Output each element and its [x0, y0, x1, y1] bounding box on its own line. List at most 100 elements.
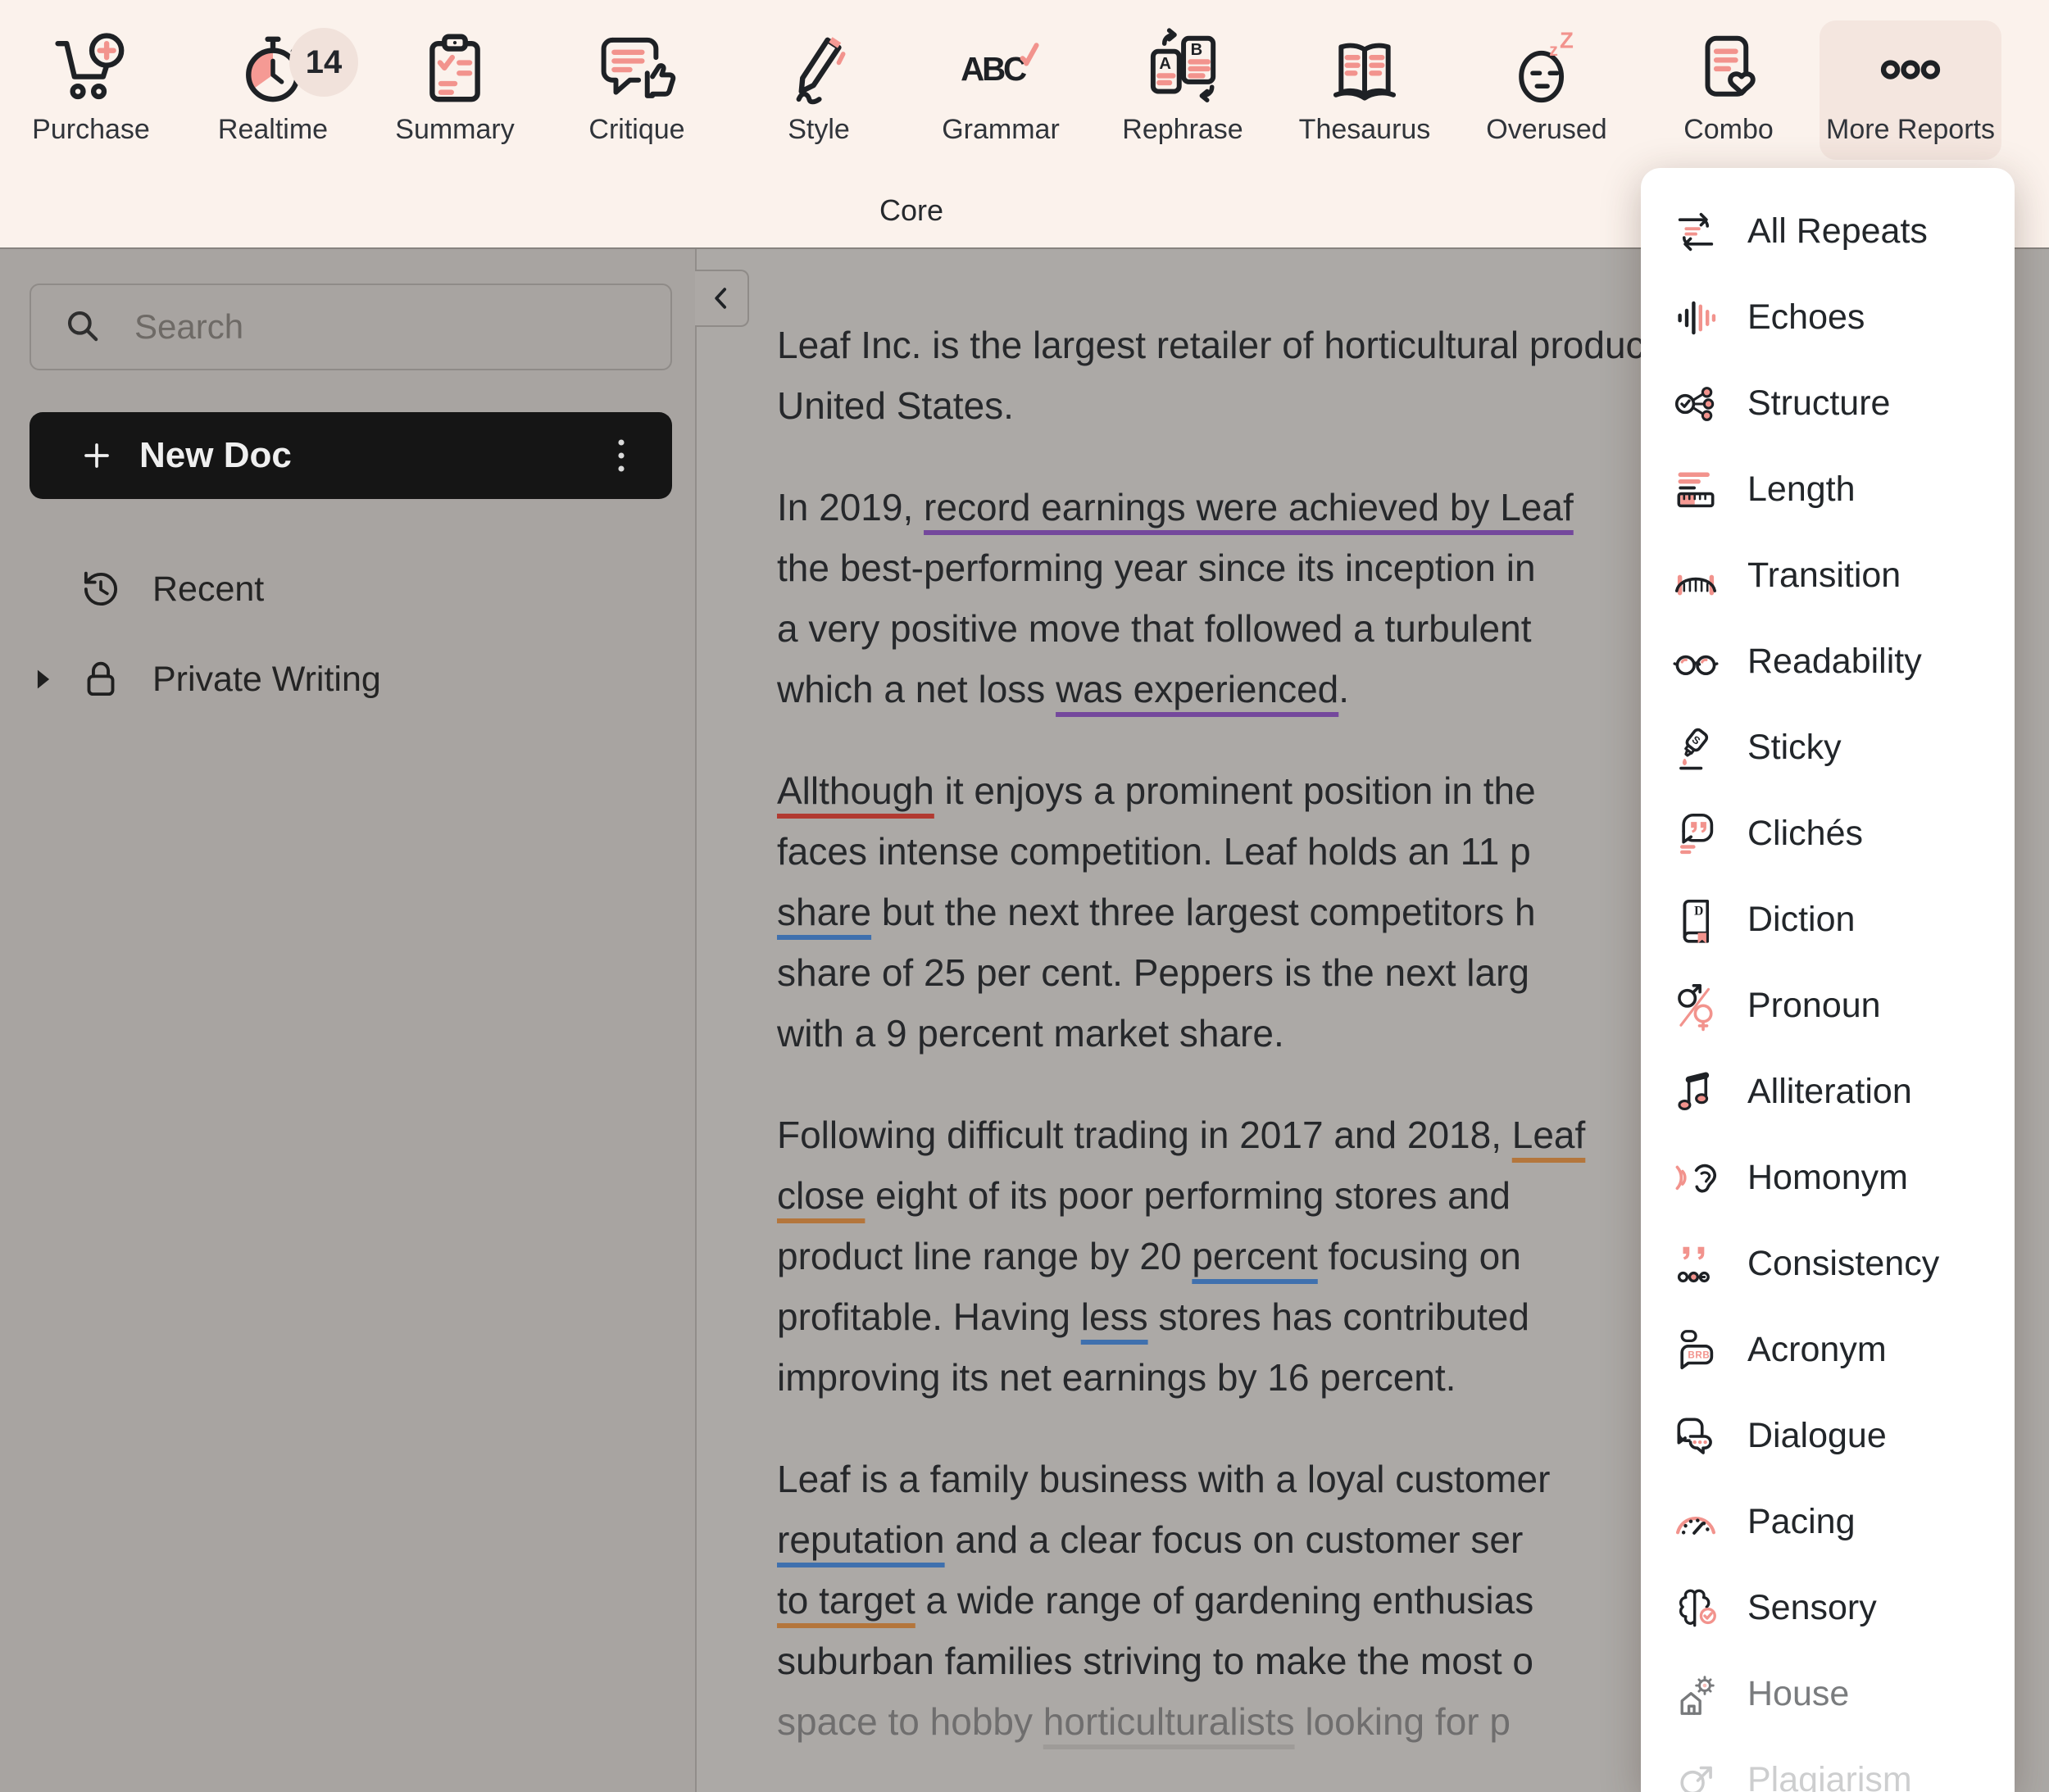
menu-item-echoes[interactable]: Echoes: [1641, 274, 2015, 361]
menu-item-all-repeats[interactable]: All Repeats: [1641, 188, 2015, 274]
doc-line: faces intense competition. Leaf holds an…: [777, 821, 1641, 882]
new-doc-menu-button[interactable]: [603, 429, 639, 482]
toolbar-item-more-reports[interactable]: More Reports: [1820, 20, 2001, 160]
doc-text: it enjoys a prominent position in the: [934, 769, 1536, 812]
menu-item-acronym[interactable]: BRB Acronym: [1641, 1307, 2015, 1393]
doc-line: United States.: [777, 375, 1641, 436]
paragraph: In 2019, record earnings were achieved b…: [777, 477, 1641, 719]
suggestion-underline-purple[interactable]: record earnings were achieved by Leaf: [924, 486, 1574, 529]
menu-item-diction[interactable]: D Diction: [1641, 877, 2015, 963]
menu-item-length[interactable]: Length: [1641, 447, 2015, 533]
suggestion-underline-purple[interactable]: was experienced: [1056, 668, 1338, 710]
toolbar-item-grammar[interactable]: ABC Grammar: [910, 20, 1092, 160]
paragraph: Allthough it enjoys a prominent position…: [777, 760, 1641, 1064]
toolbar-item-label: Purchase: [32, 114, 150, 145]
toolbar-item-style[interactable]: Style: [728, 20, 910, 160]
menu-item-consistency[interactable]: Consistency: [1641, 1221, 2015, 1307]
doc-text: but the next three largest competitors h: [871, 891, 1536, 933]
menu-item-plagiarism[interactable]: Plagiarism: [1641, 1737, 2015, 1792]
sidebar-item-recent[interactable]: Recent: [30, 560, 672, 619]
search-input[interactable]: [134, 307, 626, 347]
menu-item-sensory[interactable]: Sensory: [1641, 1565, 2015, 1651]
toolbar-item-purchase[interactable]: Purchase: [0, 20, 182, 160]
doc-text: improving its net earnings by 16 percent…: [777, 1356, 1456, 1399]
transition-icon: [1670, 551, 1721, 601]
menu-item-label: Diction: [1747, 900, 1856, 939]
doc-line: Allthough it enjoys a prominent position…: [777, 760, 1641, 821]
chevron-left-icon: [715, 288, 727, 309]
sidebar-item-private-writing[interactable]: Private Writing: [30, 650, 672, 709]
paragraph: Leaf is a family business with a loyal c…: [777, 1449, 1641, 1752]
house-icon: [1670, 1669, 1721, 1720]
suggestion-underline-orange[interactable]: to target: [777, 1579, 915, 1622]
caret-right-icon[interactable]: [30, 665, 57, 693]
suggestion-underline-blue[interactable]: less: [1081, 1295, 1148, 1338]
doc-text: Leaf is a family business with a loyal c…: [777, 1458, 1551, 1500]
toolbar-item-label: Summary: [395, 114, 515, 145]
doc-text: product line range by 20: [777, 1235, 1193, 1277]
menu-item-readability[interactable]: Readability: [1641, 619, 2015, 705]
consistency-icon: [1670, 1239, 1721, 1290]
toolbar-item-overused[interactable]: z Z Overused: [1456, 20, 1638, 160]
suggestion-underline-orange[interactable]: close: [777, 1174, 865, 1217]
suggestion-underline-blue[interactable]: reputation: [777, 1518, 945, 1561]
toolbar-item-realtime[interactable]: 14 Realtime: [182, 20, 364, 160]
toolbar-item-critique[interactable]: Critique: [546, 20, 728, 160]
menu-item-label: Readability: [1747, 642, 1922, 681]
toolbar-item-rephrase[interactable]: A B Rephrase: [1092, 20, 1274, 160]
menu-item-label: Plagiarism: [1747, 1760, 1912, 1792]
menu-item-clich-s[interactable]: Clichés: [1641, 791, 2015, 877]
menu-item-structure[interactable]: Structure: [1641, 361, 2015, 447]
suggestion-underline-red[interactable]: Allthough: [777, 769, 934, 812]
sidebar-collapse-button[interactable]: [695, 270, 749, 327]
menu-item-label: Transition: [1747, 556, 1901, 595]
dialogue-icon: [1670, 1411, 1721, 1462]
sidebar-item-label: Recent: [152, 569, 265, 609]
pencil-icon: [777, 25, 861, 114]
doc-text: Leaf Inc. is the largest retailer of hor…: [777, 324, 1641, 366]
pacing-icon: [1670, 1497, 1721, 1548]
menu-item-transition[interactable]: Transition: [1641, 533, 2015, 619]
toolbar-item-label: Overused: [1486, 114, 1607, 145]
toolbar-item-label: Thesaurus: [1298, 114, 1431, 145]
suggestion-underline-blue[interactable]: share: [777, 891, 871, 933]
menu-item-label: Clichés: [1747, 814, 1863, 853]
doc-text: Following difficult trading in 2017 and …: [777, 1114, 1512, 1156]
doc-heart-icon: [1687, 25, 1770, 114]
doc-text: .: [1338, 668, 1350, 710]
menu-item-label: House: [1747, 1674, 1850, 1713]
suggestion-underline-gray[interactable]: horticulturalists: [1043, 1700, 1295, 1743]
menu-item-sticky[interactable]: S Sticky: [1641, 705, 2015, 791]
menu-item-label: Length: [1747, 470, 1856, 509]
svg-text:z: z: [1549, 40, 1558, 60]
search-box[interactable]: [30, 284, 672, 370]
lock-icon: [87, 661, 115, 696]
menu-item-pacing[interactable]: Pacing: [1641, 1479, 2015, 1565]
suggestion-underline-blue[interactable]: percent: [1192, 1235, 1317, 1277]
toolbar-item-thesaurus[interactable]: Thesaurus: [1274, 20, 1456, 160]
menu-item-pronoun[interactable]: Pronoun: [1641, 963, 2015, 1049]
toolbar-item-label: More Reports: [1826, 114, 1995, 145]
svg-text:B: B: [1191, 41, 1203, 59]
suggestion-underline-orange[interactable]: Leaf: [1512, 1114, 1586, 1156]
doc-text: which a net loss: [777, 668, 1056, 710]
document-sidebar: New Doc Recent Private Writing: [0, 249, 697, 1792]
menu-item-house[interactable]: House: [1641, 1651, 2015, 1737]
doc-line: which a net loss was experienced.: [777, 659, 1641, 719]
menu-item-homonym[interactable]: Homonym: [1641, 1135, 2015, 1221]
menu-item-alliteration[interactable]: Alliteration: [1641, 1049, 2015, 1135]
doc-text: focusing on: [1317, 1235, 1521, 1277]
new-doc-button[interactable]: New Doc: [30, 412, 672, 499]
toolbar-item-combo[interactable]: Combo: [1638, 20, 1820, 160]
length-icon: [1670, 465, 1721, 515]
doc-text: United States.: [777, 384, 1014, 427]
rephrase-docs-icon: AB: [1141, 25, 1224, 114]
toolbar-item-summary[interactable]: Summary: [364, 20, 546, 160]
acronym-icon: BRB: [1670, 1325, 1721, 1376]
menu-item-label: Pacing: [1747, 1502, 1856, 1541]
doc-text: profitable. Having: [777, 1295, 1081, 1338]
menu-item-label: Pronoun: [1747, 986, 1881, 1025]
more-reports-menu: All Repeats Echoes Structure Length Transiti…: [1641, 168, 2015, 1792]
menu-item-label: All Repeats: [1747, 211, 1928, 251]
menu-item-dialogue[interactable]: Dialogue: [1641, 1393, 2015, 1479]
